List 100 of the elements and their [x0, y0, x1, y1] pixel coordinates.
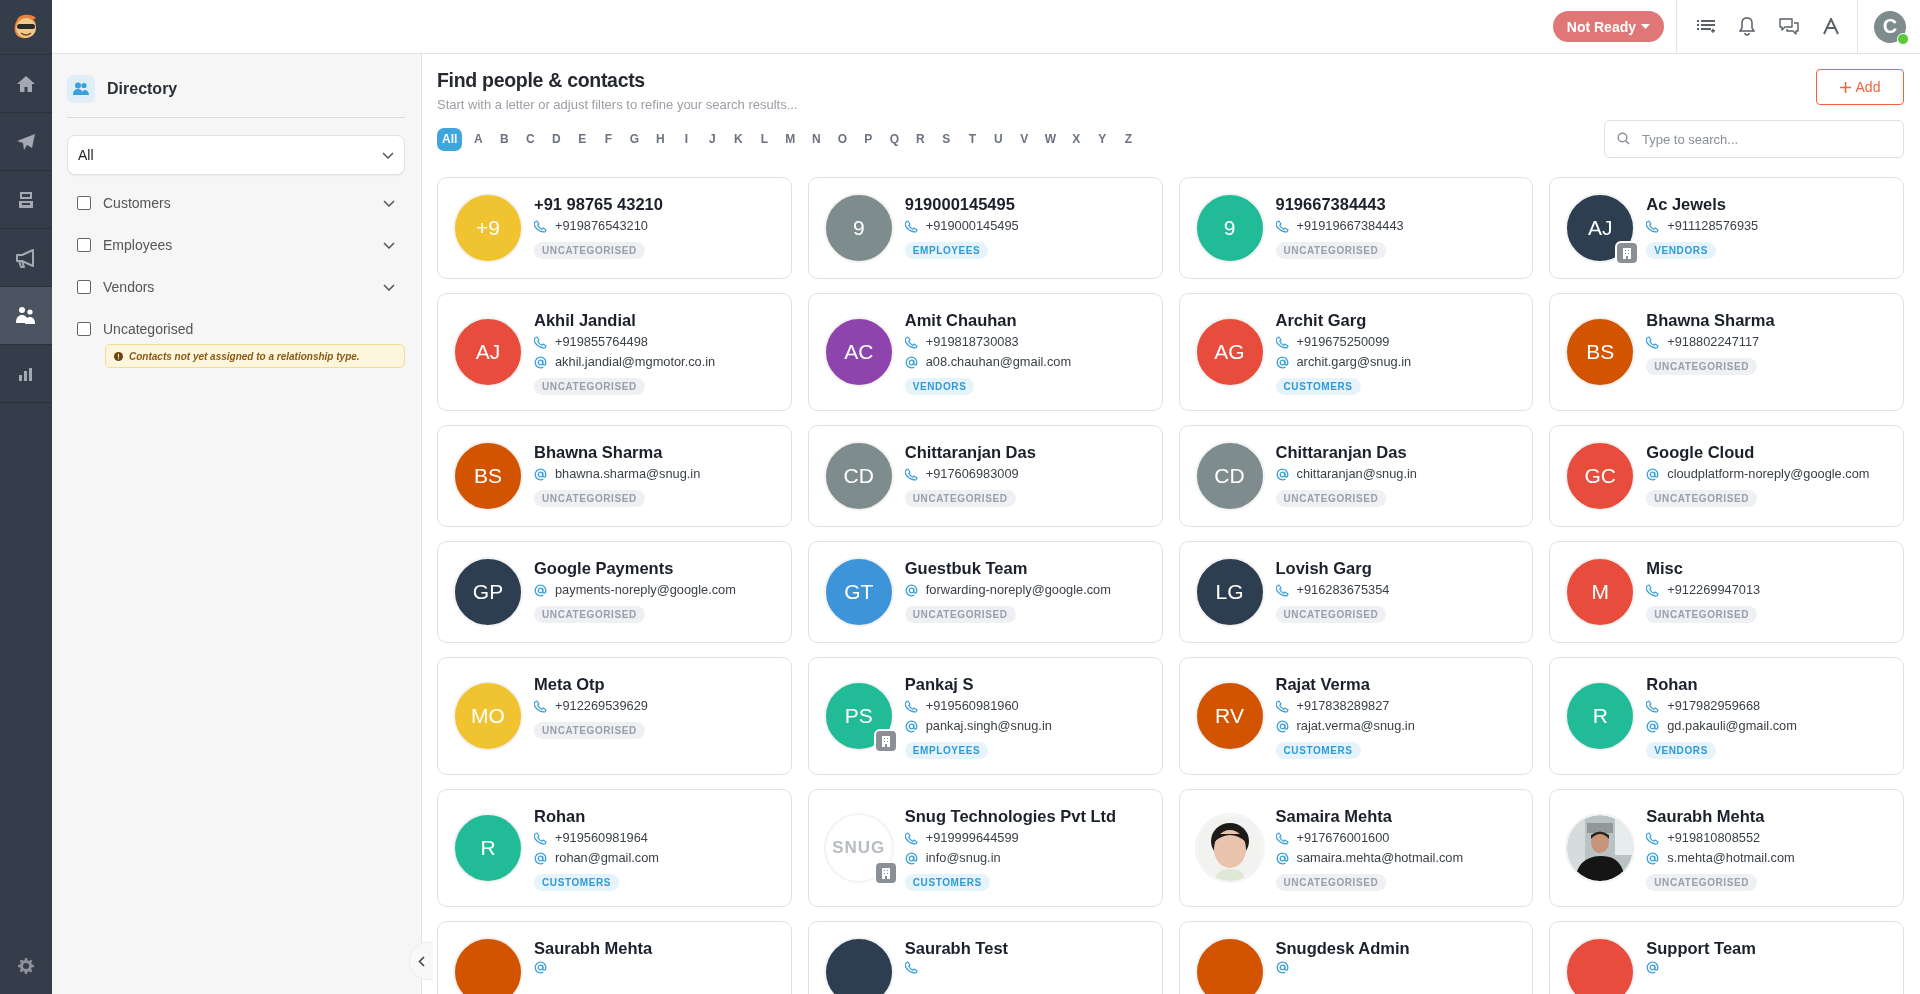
contact-card[interactable]: BS Bhawna Sharma +918802247117 UNCATEGORISED: [1549, 293, 1904, 411]
phone-number: +917606983009: [925, 465, 1019, 483]
letter-filter[interactable]: A: [466, 127, 491, 151]
checkbox[interactable]: [77, 238, 91, 252]
letter-filter[interactable]: M: [778, 127, 803, 151]
contact-card[interactable]: PS Pankaj S +919560981960 pankaj.singh@snug.in EMPLOYEES: [807, 657, 1163, 775]
contact-card[interactable]: Support Team: [1549, 921, 1904, 994]
contact-card[interactable]: GC Google Cloud cloudplatform-noreply@google.com UNCATEGORISED: [1549, 425, 1904, 527]
letter-a-icon[interactable]: [1823, 18, 1839, 35]
contact-card[interactable]: LG Lovish Garg +916283675354 UNCATEGORISED: [1178, 541, 1534, 643]
chat-bubbles-icon[interactable]: [1779, 18, 1799, 35]
letter-filter[interactable]: D: [544, 127, 569, 151]
checkbox[interactable]: [77, 196, 91, 210]
letter-filter[interactable]: H: [648, 127, 673, 151]
nav-item[interactable]: [0, 287, 52, 345]
contact-card[interactable]: SNUG Snug Technologies Pvt Ltd +919999644599 info@snug.in CUSTOMERS: [807, 789, 1163, 907]
contact-card[interactable]: +9 +91 98765 43210 +919876543210 UNCATEGORISED: [437, 177, 792, 279]
letter-filter[interactable]: G: [622, 127, 647, 151]
contact-card[interactable]: CD Chittaranjan Das chittaranjan@snug.in UNCATEGORISED: [1178, 425, 1534, 527]
contact-card[interactable]: GT Guestbuk Team forwarding-noreply@google.com UNCATEGORISED: [807, 541, 1163, 643]
filter-label[interactable]: Vendors: [103, 279, 371, 295]
contact-name: +91 98765 43210: [534, 194, 664, 215]
contact-card[interactable]: BS Bhawna Sharma bhawna.sharma@snug.in UNCATEGORISED: [437, 425, 792, 527]
notification-bell-icon[interactable]: [1739, 17, 1755, 36]
contact-avatar: PS: [823, 681, 894, 751]
contact-name: Saurabh Mehta: [534, 938, 654, 959]
letter-filter[interactable]: O: [830, 127, 855, 151]
contact-card[interactable]: 9 919667384443 +91919667384443 UNCATEGORISED: [1178, 177, 1534, 279]
add-to-list-icon[interactable]: [1697, 18, 1715, 35]
contact-card[interactable]: Saurabh Mehta +919810808552 s.mehta@hotmail.com UNCATEGORISED: [1549, 789, 1904, 907]
phone-icon: [534, 831, 547, 845]
contact-card[interactable]: AJ Ac Jewels +911128576935 VENDORS: [1549, 177, 1904, 279]
contact-avatar: CD: [823, 441, 894, 511]
checkbox[interactable]: [77, 322, 91, 336]
letter-filter[interactable]: V: [1012, 127, 1037, 151]
at-sign-icon: [1646, 467, 1660, 481]
phone-icon: [1646, 335, 1660, 349]
email-address: pankaj.singh@snug.in: [925, 717, 1052, 735]
filter-label[interactable]: Customers: [103, 195, 371, 211]
category-tag: UNCATEGORISED: [904, 606, 1016, 623]
contact-card[interactable]: R Rohan +919560981964 rohan@gmail.com CUSTOMERS: [437, 789, 792, 907]
letter-filter[interactable]: W: [1038, 127, 1063, 151]
contact-card[interactable]: AG Archit Garg +919675250099 archit.garg@snug.in CUSTOMERS: [1178, 293, 1534, 411]
letter-filter[interactable]: Z: [1116, 127, 1141, 151]
contact-name: Archit Garg: [1275, 310, 1368, 331]
at-sign-icon: [1275, 355, 1289, 369]
contact-card[interactable]: GP Google Payments payments-noreply@google.com UNCATEGORISED: [437, 541, 792, 643]
at-sign-icon: [534, 583, 547, 597]
contact-avatar: BS: [1565, 317, 1636, 387]
category-tag: UNCATEGORISED: [1275, 874, 1387, 891]
letter-filter[interactable]: F: [596, 127, 621, 151]
chevron-down-icon[interactable]: [383, 199, 395, 207]
contact-card[interactable]: Saurabh Test: [807, 921, 1163, 994]
letter-filter[interactable]: Y: [1090, 127, 1115, 151]
search-field[interactable]: Type to search...: [1604, 120, 1904, 158]
letter-filter[interactable]: S: [934, 127, 959, 151]
contact-card[interactable]: Saurabh Mehta: [437, 921, 792, 994]
letter-filter[interactable]: N: [804, 127, 829, 151]
contact-card[interactable]: 9 919000145495 +919000145495 EMPLOYEES: [807, 177, 1163, 279]
phone-icon: [1646, 699, 1660, 713]
at-sign-icon: [1275, 467, 1289, 481]
letter-filter[interactable]: P: [856, 127, 881, 151]
contact-card[interactable]: CD Chittaranjan Das +917606983009 UNCATEGORISED: [807, 425, 1163, 527]
contact-name: Google Cloud: [1646, 442, 1756, 463]
contact-card[interactable]: R Rohan +917982959668 gd.pakauli@gmail.com VENDORS: [1549, 657, 1904, 775]
letter-filter[interactable]: T: [960, 127, 985, 151]
category-tag: CUSTOMERS: [1275, 742, 1361, 759]
letter-filter[interactable]: C: [518, 127, 543, 151]
letter-filter[interactable]: U: [986, 127, 1011, 151]
contact-avatar: CD: [1194, 441, 1265, 511]
contact-card[interactable]: M Misc +912269947013 UNCATEGORISED: [1549, 541, 1904, 643]
settings-icon[interactable]: [18, 958, 34, 974]
letter-filter[interactable]: I: [674, 127, 699, 151]
letter-filter[interactable]: X: [1064, 127, 1089, 151]
chevron-down-icon[interactable]: [383, 241, 395, 249]
phone-icon: [1275, 335, 1289, 349]
at-sign-icon: [534, 851, 547, 865]
letter-filter[interactable]: E: [570, 127, 595, 151]
phone-icon: [904, 467, 918, 481]
category-tag: UNCATEGORISED: [1646, 490, 1758, 507]
letter-filter[interactable]: J: [700, 127, 725, 151]
filter-label[interactable]: Employees: [103, 237, 371, 253]
filter-label[interactable]: Uncategorised: [103, 321, 395, 337]
letter-filter[interactable]: Q: [882, 127, 907, 151]
contact-avatar: GP: [453, 557, 523, 627]
contact-card[interactable]: MO Meta Otp +912269539629 UNCATEGORISED: [437, 657, 792, 775]
chevron-down-icon[interactable]: [383, 283, 395, 291]
collapse-panel-button[interactable]: [409, 942, 433, 980]
letter-filter[interactable]: R: [908, 127, 933, 151]
contact-card[interactable]: Samaira Mehta +917676001600 samaira.mehta@hotmail.com UNCATEGORISED: [1178, 789, 1534, 907]
contact-card[interactable]: AC Amit Chauhan +919818730083 a08.chauhan@gmail.com VENDORS: [807, 293, 1163, 411]
contact-card[interactable]: AJ Akhil Jandial +919855764498 akhil.jandial@mgmotor.co.in UNCATEGORISED: [437, 293, 792, 411]
relationship-select[interactable]: All: [67, 135, 405, 175]
letter-filter[interactable]: L: [752, 127, 777, 151]
letter-filter[interactable]: K: [726, 127, 751, 151]
contact-card[interactable]: Snugdesk Admin: [1178, 921, 1534, 994]
letter-filter[interactable]: B: [492, 127, 517, 151]
category-tag: CUSTOMERS: [534, 874, 620, 891]
checkbox[interactable]: [77, 280, 91, 294]
contact-card[interactable]: RV Rajat Verma +917838289827 rajat.verma@snug.in CUSTOMERS: [1178, 657, 1534, 775]
